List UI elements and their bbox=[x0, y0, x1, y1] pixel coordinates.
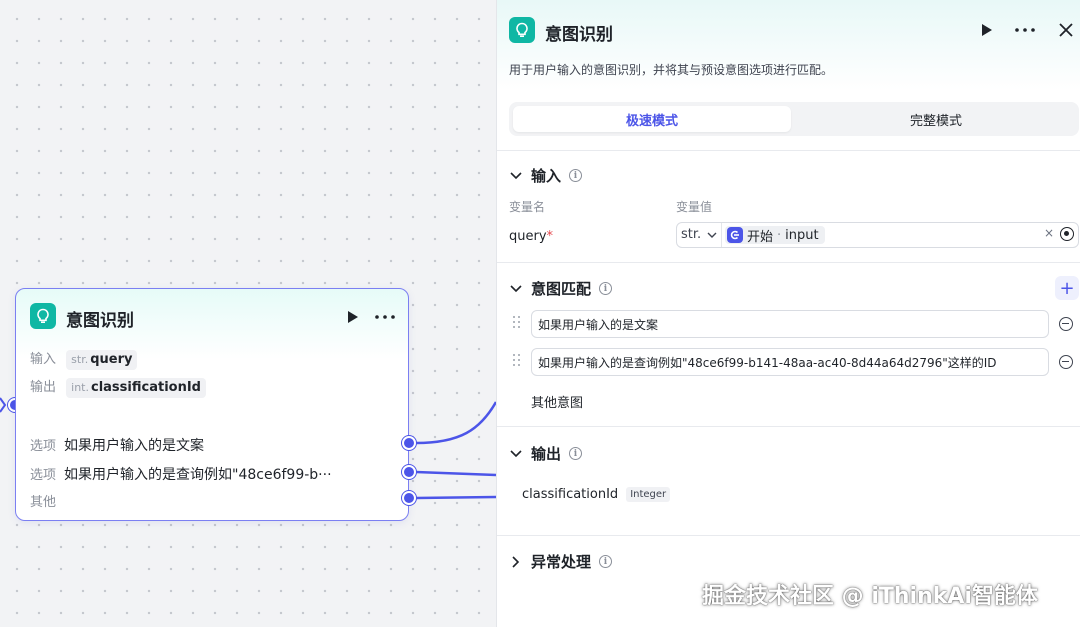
other-port[interactable] bbox=[402, 491, 416, 505]
node-input-tag: str. query bbox=[66, 350, 138, 370]
var-reference-chip[interactable]: 开始 · input bbox=[725, 226, 825, 245]
intent-section-header[interactable]: 意图匹配 i bbox=[509, 278, 613, 299]
panel-description: 用于用户输入的意图识别，并将其与预设意图选项进行匹配。 bbox=[509, 63, 834, 77]
option-1-port[interactable] bbox=[402, 436, 416, 450]
intent-node[interactable]: 意图识别 输入 str. query 输出 int. classificationI… bbox=[15, 288, 409, 521]
tab-full-mode[interactable]: 完整模式 bbox=[797, 106, 1075, 132]
node-option-other: 其他 bbox=[30, 491, 64, 510]
info-icon[interactable]: i bbox=[569, 447, 583, 460]
chevron-right-icon[interactable] bbox=[509, 555, 523, 569]
intent-input-1[interactable] bbox=[531, 310, 1049, 338]
wire-option-2 bbox=[415, 470, 496, 477]
col-header-name: 变量名 bbox=[509, 200, 546, 214]
chevron-down-icon bbox=[707, 232, 717, 238]
divider bbox=[497, 426, 1080, 427]
ref-separator: · bbox=[777, 227, 782, 243]
remove-intent-2-button[interactable] bbox=[1059, 355, 1073, 369]
node-input-var: query bbox=[90, 352, 133, 367]
panel-title: 意图识别 bbox=[545, 25, 613, 45]
node-option-1: 选项 如果用户输入的是文案 bbox=[30, 435, 204, 455]
node-option-text: 如果用户输入的是文案 bbox=[64, 438, 205, 454]
node-more-button[interactable] bbox=[373, 308, 397, 326]
input-var-value-field[interactable]: str. 开始 · input × bbox=[676, 222, 1079, 248]
panel-run-button[interactable] bbox=[978, 21, 996, 39]
divider bbox=[497, 262, 1080, 263]
divider bbox=[497, 535, 1080, 536]
intent-logo-icon bbox=[509, 17, 535, 43]
more-icon bbox=[375, 315, 395, 319]
node-output-row: 输出 int. classificationId bbox=[30, 376, 206, 398]
clear-value-button[interactable]: × bbox=[1044, 226, 1054, 240]
tab-fast-mode[interactable]: 极速模式 bbox=[513, 106, 791, 132]
required-mark: * bbox=[546, 229, 554, 244]
info-icon[interactable]: i bbox=[569, 169, 583, 182]
output-var-name: classificationId bbox=[522, 487, 619, 502]
node-option-label: 选项 bbox=[30, 439, 57, 454]
var-type-text: str. bbox=[681, 227, 702, 242]
mode-tabs: 极速模式 完整模式 bbox=[509, 102, 1079, 136]
wire-option-1 bbox=[415, 401, 496, 445]
col-header-value: 变量值 bbox=[676, 200, 713, 214]
play-icon bbox=[982, 24, 992, 36]
wire-other bbox=[415, 495, 496, 500]
node-option-2: 选项 如果用户输入的是查询例如"48ce6f99-b··· bbox=[30, 464, 332, 484]
error-section-title: 异常处理 bbox=[531, 553, 592, 571]
info-icon[interactable]: i bbox=[599, 282, 613, 295]
node-option-text: 如果用户输入的是查询例如"48ce6f99-b··· bbox=[64, 467, 332, 483]
add-intent-button[interactable]: + bbox=[1055, 276, 1079, 300]
node-input-type: str. bbox=[71, 353, 89, 366]
node-title: 意图识别 bbox=[66, 311, 134, 331]
wire-incoming-arrow bbox=[0, 397, 7, 413]
output-type-tag: Integer bbox=[626, 487, 671, 502]
var-type-select[interactable]: str. bbox=[681, 227, 717, 242]
node-run-button[interactable] bbox=[344, 308, 362, 326]
var-name-text: query bbox=[509, 229, 547, 244]
chevron-down-icon[interactable] bbox=[509, 282, 523, 296]
start-node-icon bbox=[727, 227, 743, 243]
remove-intent-1-button[interactable] bbox=[1059, 317, 1073, 331]
input-section-header[interactable]: 输入 i bbox=[509, 165, 583, 186]
input-var-name: query* bbox=[509, 229, 553, 244]
output-section-header[interactable]: 输出 i bbox=[509, 443, 583, 464]
chevron-down-icon[interactable] bbox=[509, 447, 523, 461]
ref-field: input bbox=[785, 227, 819, 243]
node-output-label: 输出 bbox=[30, 380, 57, 395]
node-option-label: 其他 bbox=[30, 495, 57, 510]
node-option-label: 选项 bbox=[30, 468, 57, 483]
node-output-var: classificationId bbox=[91, 380, 201, 395]
node-config-panel: 意图识别 用于用户输入的意图识别，并将其与预设意图选项进行匹配。 极速模式 完整… bbox=[496, 0, 1080, 627]
input-section-title: 输入 bbox=[531, 167, 562, 185]
divider bbox=[497, 150, 1080, 151]
more-icon bbox=[1015, 28, 1035, 32]
node-input-label: 输入 bbox=[30, 352, 57, 367]
drag-handle-icon[interactable] bbox=[513, 354, 521, 368]
workflow-canvas[interactable]: 意图识别 输入 str. query 输出 int. classificationI… bbox=[0, 0, 496, 627]
drag-handle-icon[interactable] bbox=[513, 316, 521, 330]
other-intent-label: 其他意图 bbox=[531, 396, 584, 411]
info-icon[interactable]: i bbox=[599, 555, 613, 568]
panel-close-button[interactable] bbox=[1055, 19, 1077, 41]
intent-logo-icon bbox=[30, 303, 56, 329]
chevron-down-icon[interactable] bbox=[509, 169, 523, 183]
panel-more-button[interactable] bbox=[1013, 21, 1037, 39]
ref-source: 开始 bbox=[747, 229, 774, 245]
play-icon bbox=[348, 311, 358, 323]
divider bbox=[721, 223, 722, 247]
error-section-header[interactable]: 异常处理 i bbox=[509, 551, 613, 572]
panel-header bbox=[497, 0, 1080, 92]
node-output-type: int. bbox=[71, 381, 89, 394]
target-icon[interactable] bbox=[1060, 227, 1074, 241]
option-2-port[interactable] bbox=[402, 465, 416, 479]
close-icon bbox=[1059, 23, 1073, 37]
intent-section-title: 意图匹配 bbox=[531, 280, 592, 298]
node-output-tag: int. classificationId bbox=[66, 378, 206, 398]
output-section-title: 输出 bbox=[531, 445, 562, 463]
node-input-row: 输入 str. query bbox=[30, 348, 138, 370]
watermark: 掘金技术社区 @ iThinkAi智能体 bbox=[702, 584, 1038, 609]
intent-input-2[interactable] bbox=[531, 348, 1049, 376]
output-var-row: classificationId Integer bbox=[522, 487, 671, 502]
